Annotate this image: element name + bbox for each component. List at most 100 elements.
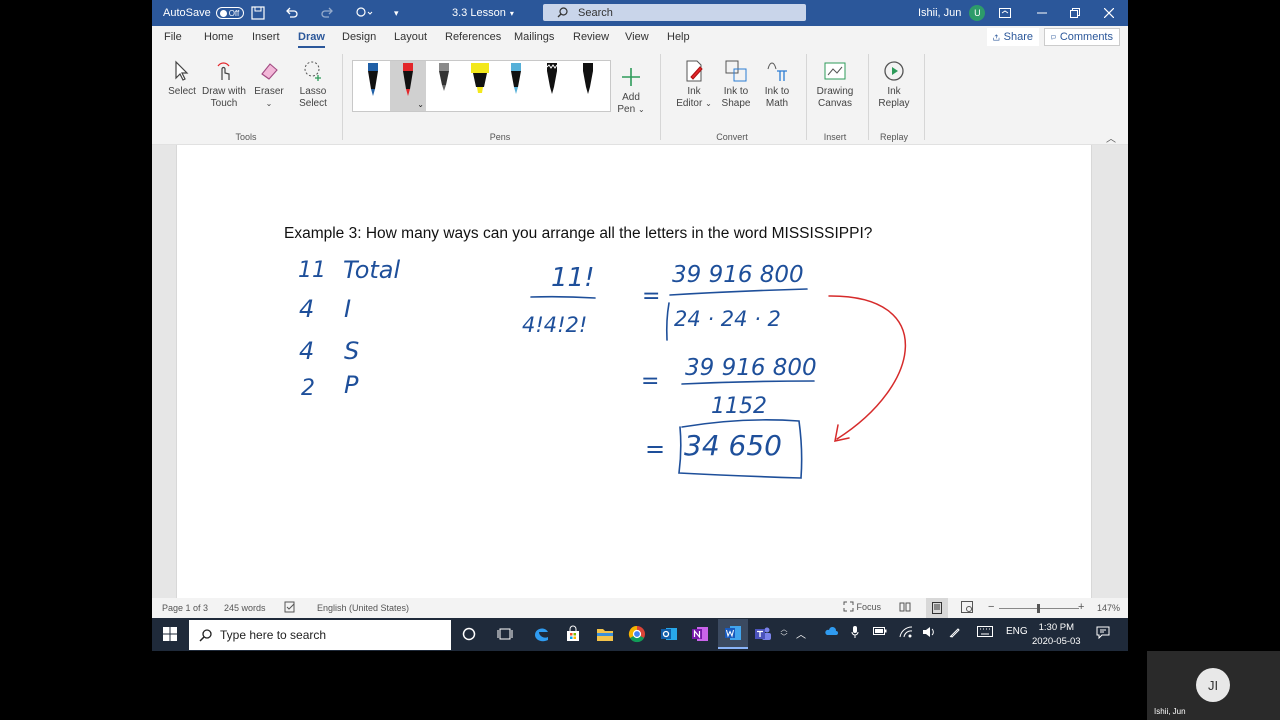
highlighter-yellow[interactable] bbox=[462, 61, 498, 111]
teams-icon[interactable] bbox=[753, 624, 773, 644]
onenote-icon[interactable] bbox=[690, 624, 710, 644]
tab-references[interactable]: References bbox=[445, 31, 501, 43]
pen-gray[interactable] bbox=[426, 61, 462, 111]
undo-icon[interactable] bbox=[285, 0, 299, 26]
participant-avatar: JI bbox=[1196, 668, 1230, 702]
user-avatar: U bbox=[969, 5, 986, 21]
plus-icon bbox=[619, 64, 643, 90]
pen-workspace-icon[interactable] bbox=[949, 626, 961, 641]
tab-file[interactable]: File bbox=[164, 31, 182, 43]
focus-mode[interactable]: Focus bbox=[843, 601, 881, 614]
customize-qat-icon[interactable]: ▾ bbox=[394, 0, 399, 26]
draw-with-touch-button[interactable]: Draw with Touch bbox=[202, 58, 246, 110]
tab-review[interactable]: Review bbox=[573, 31, 609, 43]
tab-design[interactable]: Design bbox=[342, 31, 376, 43]
autosave-label: AutoSave bbox=[163, 7, 211, 19]
pen-blue[interactable] bbox=[355, 61, 391, 111]
zoom-out-button[interactable]: − bbox=[988, 601, 994, 613]
ink-step2-numerator: 39 916 800 bbox=[685, 355, 817, 381]
minimize-icon[interactable] bbox=[1037, 0, 1047, 26]
comments-button[interactable]: Comments bbox=[1044, 28, 1120, 46]
ink-replay-button[interactable]: Ink Replay bbox=[878, 58, 910, 110]
tab-view[interactable]: View bbox=[625, 31, 649, 43]
tab-help[interactable]: Help bbox=[667, 31, 690, 43]
lasso-select-button[interactable]: Lasso Select bbox=[299, 58, 327, 110]
notifications-icon[interactable] bbox=[1096, 626, 1110, 642]
drawing-canvas-icon bbox=[823, 58, 847, 84]
read-mode-icon[interactable] bbox=[899, 601, 911, 615]
tab-layout[interactable]: Layout bbox=[394, 31, 427, 43]
outlook-icon[interactable] bbox=[659, 624, 679, 644]
volume-icon[interactable] bbox=[922, 626, 936, 641]
pen-red[interactable]: ⌄ bbox=[390, 61, 426, 111]
autosave-toggle[interactable]: Off bbox=[215, 7, 244, 19]
user-name: Ishii, Jun bbox=[918, 7, 962, 19]
task-view-icon[interactable] bbox=[495, 624, 515, 644]
microphone-icon[interactable] bbox=[851, 626, 859, 641]
add-pen-button[interactable]: Add Pen ⌄ bbox=[617, 64, 645, 116]
clock[interactable]: 1:30 PM 2020-05-03 bbox=[1032, 621, 1081, 649]
ink-letter-p: P bbox=[344, 371, 359, 399]
redo-icon[interactable] bbox=[320, 0, 334, 26]
search-placeholder: Search bbox=[578, 6, 613, 19]
ink-numerator: 11! bbox=[551, 263, 595, 293]
page-count[interactable]: Page 1 of 3 bbox=[162, 603, 208, 613]
tray-overflow-icon[interactable]: ︿ bbox=[796, 626, 806, 641]
pen-black[interactable] bbox=[570, 61, 606, 111]
taskbar-scroll-arrows[interactable]: ︿ ﹀ bbox=[778, 624, 790, 644]
zoom-in-button[interactable]: + bbox=[1078, 601, 1084, 613]
battery-icon[interactable] bbox=[873, 626, 887, 639]
proofing-icon[interactable] bbox=[284, 601, 296, 615]
chrome-icon[interactable] bbox=[627, 624, 647, 644]
zoom-slider-thumb[interactable] bbox=[1037, 604, 1040, 613]
ink-step2-denominator: 1152 bbox=[711, 394, 767, 419]
tab-home[interactable]: Home bbox=[204, 31, 233, 43]
restore-icon[interactable] bbox=[1070, 0, 1080, 26]
print-layout-icon[interactable] bbox=[926, 598, 948, 618]
search-box[interactable]: Search bbox=[543, 4, 806, 21]
onedrive-icon[interactable] bbox=[824, 626, 838, 639]
language-status[interactable]: English (United States) bbox=[317, 603, 409, 613]
group-label-insert: Insert bbox=[823, 132, 847, 142]
input-language[interactable]: ENG bbox=[1006, 626, 1028, 637]
windows-start-icon[interactable] bbox=[160, 624, 180, 644]
ribbon-display-icon[interactable] bbox=[999, 0, 1011, 26]
autosave[interactable]: AutoSave Off bbox=[163, 0, 244, 26]
tab-insert[interactable]: Insert bbox=[252, 31, 280, 43]
focus-icon bbox=[843, 601, 854, 612]
document-page[interactable]: Example 3: How many ways can you arrange… bbox=[176, 145, 1092, 598]
zoom-level[interactable]: 147% bbox=[1097, 603, 1120, 613]
tab-draw[interactable]: Draw bbox=[298, 31, 325, 48]
ink-editor-button[interactable]: Ink Editor ⌄ bbox=[676, 58, 712, 110]
ink-to-shape-button[interactable]: Ink to Shape bbox=[720, 58, 752, 110]
share-button[interactable]: Share bbox=[987, 28, 1039, 46]
pen-black-galaxy[interactable] bbox=[534, 61, 570, 111]
cortana-icon[interactable] bbox=[459, 624, 479, 644]
document-area[interactable]: Example 3: How many ways can you arrange… bbox=[152, 145, 1128, 598]
web-layout-icon[interactable] bbox=[961, 601, 973, 615]
save-icon[interactable] bbox=[251, 0, 265, 26]
word-count[interactable]: 245 words bbox=[224, 603, 266, 613]
document-title[interactable]: 3.3 Lesson ▾ bbox=[452, 0, 514, 26]
eraser-button[interactable]: Eraser ⌄ bbox=[254, 58, 284, 110]
taskbar-search[interactable]: Type here to search bbox=[189, 620, 451, 650]
store-icon[interactable] bbox=[563, 624, 583, 644]
zoom-slider[interactable] bbox=[999, 604, 1079, 613]
keyboard-icon[interactable] bbox=[977, 626, 993, 640]
close-icon[interactable] bbox=[1104, 0, 1114, 26]
search-icon bbox=[557, 7, 568, 18]
touch-mode-icon[interactable] bbox=[355, 0, 373, 26]
collapse-ribbon-icon[interactable]: ︿ bbox=[1106, 130, 1116, 145]
wifi-icon[interactable] bbox=[899, 626, 913, 641]
ribbon: Select Draw with Touch Eraser ⌄ Lasso Se… bbox=[152, 50, 1128, 145]
ink-to-math-button[interactable]: Ink to Math bbox=[761, 58, 793, 110]
tab-mailings[interactable]: Mailings bbox=[514, 31, 554, 43]
pen-light-blue[interactable] bbox=[498, 61, 534, 111]
file-explorer-icon[interactable] bbox=[595, 624, 615, 644]
word-taskbar-icon[interactable] bbox=[718, 619, 748, 649]
drawing-canvas-button[interactable]: Drawing Canvas bbox=[816, 58, 854, 110]
ink-red-arrow bbox=[828, 295, 907, 442]
edge-icon[interactable] bbox=[532, 624, 552, 644]
select-button[interactable]: Select bbox=[168, 58, 196, 98]
account[interactable]: Ishii, Jun U bbox=[918, 0, 986, 26]
